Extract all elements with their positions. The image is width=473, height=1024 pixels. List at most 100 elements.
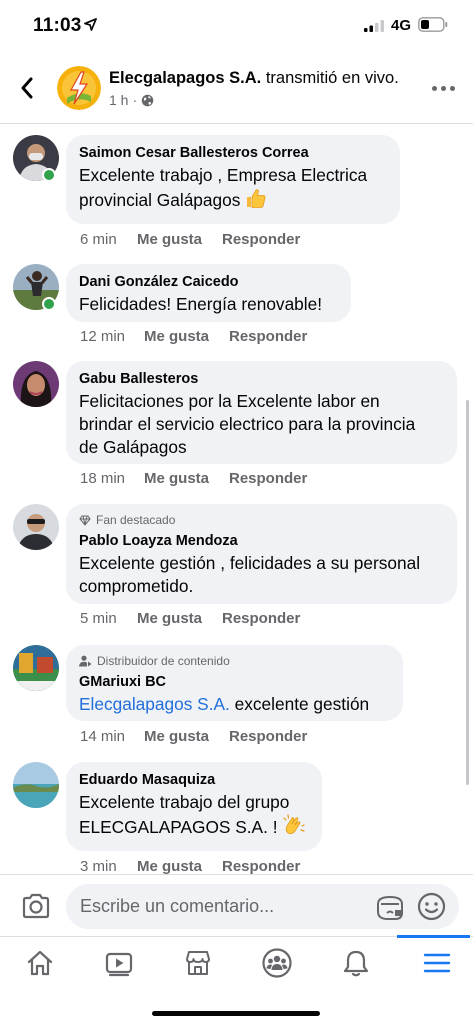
comment-bubble[interactable]: Dani González Caicedo Felicidades! Energ… [66, 264, 351, 322]
home-icon [27, 950, 52, 976]
comment-line: de Galápagos [79, 437, 187, 457]
comment-author[interactable]: Gabu Ballesteros [79, 370, 444, 388]
location-arrow-icon [84, 18, 97, 31]
avatar[interactable] [13, 504, 59, 550]
comment-line: brindar el servicio electrico para la pr… [79, 414, 416, 434]
comment-time[interactable]: 18 min [80, 470, 144, 487]
like-button[interactable]: Me gusta [137, 858, 222, 875]
avatar-photo [13, 762, 59, 808]
tab-marketplace[interactable] [158, 937, 237, 989]
like-button[interactable]: Me gusta [144, 728, 229, 745]
avatar[interactable] [13, 645, 59, 691]
comment-author[interactable]: Saimon Cesar Ballesteros Correa [79, 144, 387, 162]
comment-text: Excelente gestión , felicidades a su per… [79, 552, 444, 598]
comment-author[interactable]: Pablo Loayza Mendoza [79, 532, 444, 550]
comment-time[interactable]: 14 min [80, 728, 144, 745]
page-logo[interactable] [57, 66, 101, 110]
comment-line: Felicidades! Energía renovable! [79, 294, 323, 314]
more-options-button[interactable] [432, 82, 458, 94]
back-button[interactable] [14, 73, 40, 103]
groups-icon [261, 948, 292, 978]
like-button[interactable]: Me gusta [137, 231, 222, 248]
reply-button[interactable]: Responder [229, 728, 307, 745]
signal-bars-icon [364, 20, 384, 32]
marketplace-icon [185, 951, 210, 975]
comment-author[interactable]: Dani González Caicedo [79, 273, 338, 291]
comment-text: Elecgalapagos S.A. excelente gestión [79, 693, 390, 716]
badge-label: Fan destacado [96, 513, 176, 527]
avatar[interactable] [13, 361, 59, 407]
avatar[interactable] [13, 762, 59, 808]
comment-line: ELECGALAPAGOS S.A. ! [79, 817, 278, 837]
emoji-icon[interactable] [417, 892, 446, 921]
online-status-dot [42, 168, 56, 182]
comment-time[interactable]: 3 min [80, 858, 137, 875]
comment-actions: 3 min Me gusta Responder [80, 858, 300, 875]
tab-menu[interactable] [397, 935, 473, 989]
camera-icon[interactable] [20, 890, 52, 922]
comment-author[interactable]: GMariuxi BC [79, 673, 390, 691]
comment-time[interactable]: 6 min [80, 231, 137, 248]
comment-text: Excelente trabajo del grupo ELECGALAPAGO… [79, 791, 309, 839]
post-time[interactable]: 1 h [109, 92, 128, 108]
status-bar: 11:03 4G [0, 0, 473, 52]
comment-bubble[interactable]: Eduardo Masaquiza Excelente trabajo del … [66, 762, 322, 851]
like-button[interactable]: Me gusta [144, 470, 229, 487]
diamond-icon [79, 515, 91, 526]
comment-text: Excelente trabajo , Empresa Electrica pr… [79, 164, 387, 212]
reply-button[interactable]: Responder [229, 470, 307, 487]
tab-video[interactable] [79, 937, 158, 989]
comment-bubble[interactable]: Distribuidor de contenido GMariuxi BC El… [66, 645, 403, 721]
comment-actions: 6 min Me gusta Responder [80, 231, 300, 248]
comment-bubble[interactable]: Fan destacado Pablo Loayza Mendoza Excel… [66, 504, 457, 604]
post-header: Elecgalapagos S.A. transmitió en vivo. 1… [0, 52, 473, 124]
mention-link[interactable]: Elecgalapagos S.A. [79, 694, 230, 714]
comment-bubble[interactable]: Saimon Cesar Ballesteros Correa Excelent… [66, 135, 400, 224]
bell-icon [343, 950, 368, 977]
comment-actions: 14 min Me gusta Responder [80, 728, 307, 745]
gif-sticker-icon[interactable] [375, 892, 405, 922]
top-fan-badge: Fan destacado [79, 513, 444, 527]
reply-button[interactable]: Responder [222, 231, 300, 248]
page-name-link[interactable]: Elecgalapagos S.A. [109, 69, 261, 87]
meta-separator: · [132, 92, 138, 108]
comment-line: comprometido. [79, 576, 194, 596]
online-status-dot [42, 297, 56, 311]
more-dot [441, 85, 446, 91]
avatar-photo [13, 645, 59, 691]
video-icon [105, 952, 132, 977]
comment-line: Excelente gestión , felicidades a su per… [79, 553, 421, 573]
badge-label: Distribuidor de contenido [97, 654, 230, 668]
like-button[interactable]: Me gusta [144, 328, 229, 345]
comment-text: Felicidades! Energía renovable! [79, 293, 338, 316]
content-distributor-badge: Distribuidor de contenido [79, 654, 390, 668]
thumbs-up-emoji [247, 189, 266, 208]
more-dot [450, 85, 455, 91]
lightning-logo-icon [57, 66, 101, 110]
comment-actions: 18 min Me gusta Responder [80, 470, 307, 487]
comment-line: Excelente trabajo del grupo [79, 792, 290, 812]
comment-bubble[interactable]: Gabu Ballesteros Felicitaciones por la E… [66, 361, 457, 464]
comment-time[interactable]: 12 min [80, 328, 144, 345]
comment-line: Excelente trabajo , Empresa Electrica [79, 165, 368, 185]
reply-button[interactable]: Responder [222, 610, 300, 627]
network-type: 4G [391, 17, 412, 34]
scrollbar-thumb[interactable] [466, 400, 469, 785]
avatar-photo [13, 361, 59, 407]
status-time: 11:03 [33, 15, 82, 36]
reply-button[interactable]: Responder [229, 328, 307, 345]
reply-button[interactable]: Responder [222, 858, 300, 875]
comment-time[interactable]: 5 min [80, 610, 137, 627]
comment-actions: 5 min Me gusta Responder [80, 610, 300, 627]
menu-icon [423, 953, 450, 973]
like-button[interactable]: Me gusta [137, 610, 222, 627]
comment-actions: 12 min Me gusta Responder [80, 328, 307, 345]
user-share-icon [79, 655, 92, 667]
tab-home[interactable] [0, 937, 79, 989]
tab-groups[interactable] [237, 937, 316, 989]
comment-line: Felicitaciones por la Excelente labor en [79, 391, 380, 411]
tab-notifications[interactable] [316, 937, 395, 989]
avatar-photo [13, 504, 59, 550]
post-title: Elecgalapagos S.A. transmitió en vivo. [109, 69, 399, 88]
comment-author[interactable]: Eduardo Masaquiza [79, 771, 309, 789]
